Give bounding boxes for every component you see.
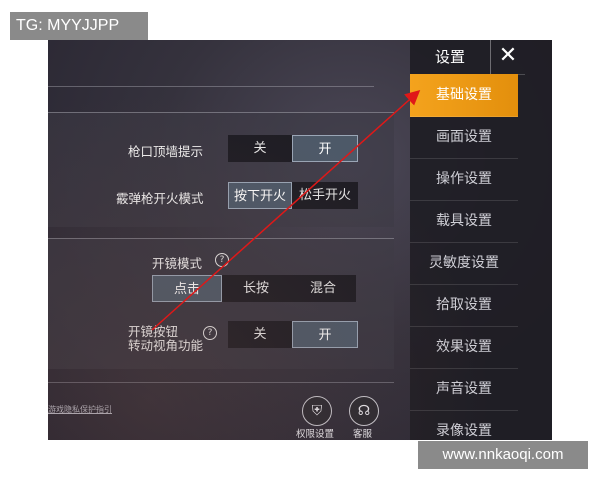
- header-divider: [48, 86, 374, 87]
- scope-view-rotate-toggle: 关 开: [228, 321, 358, 348]
- sidebar-item-pickup[interactable]: 拾取设置: [410, 284, 518, 327]
- scope-mode-tap-option[interactable]: 点击: [152, 275, 222, 302]
- sidebar-item-effects[interactable]: 效果设置: [410, 326, 518, 369]
- scope-view-rotate-off-option[interactable]: 关: [228, 321, 292, 348]
- release-to-fire-option[interactable]: 松手开火: [292, 182, 358, 209]
- scope-view-rotate-help-icon[interactable]: ?: [203, 326, 217, 340]
- close-icon[interactable]: ✕: [490, 40, 525, 75]
- watermark-tg: TG: MYYJJPP: [10, 12, 148, 40]
- sidebar-item-vehicle[interactable]: 载具设置: [410, 200, 518, 243]
- sidebar-title: 设置: [410, 40, 490, 75]
- headset-icon[interactable]: ☊: [349, 396, 379, 426]
- settings-sidebar: 设置 ✕ 基础设置 画面设置 操作设置 载具设置 灵敏度设置 拾取设置 效果设置…: [410, 40, 552, 440]
- shield-key-icon[interactable]: ⛨: [302, 396, 332, 426]
- footer-divider: [48, 382, 394, 383]
- muzzle-wall-hint-toggle: 关 开: [228, 135, 358, 162]
- scope-mode-help-icon[interactable]: ?: [215, 253, 229, 267]
- scope-view-rotate-label-line1: 开镜按钮: [128, 324, 179, 339]
- shotgun-fire-mode-toggle: 按下开火 松手开火: [228, 182, 358, 209]
- muzzle-wall-hint-label: 枪口顶墙提示: [128, 144, 204, 159]
- muzzle-wall-hint-on-option[interactable]: 开: [292, 135, 358, 162]
- annotation-arrow: [151, 89, 421, 331]
- scope-mode-hold-option[interactable]: 长按: [222, 275, 290, 302]
- sidebar-item-replay[interactable]: 录像设置: [410, 410, 518, 440]
- sidebar-item-controls[interactable]: 操作设置: [410, 158, 518, 201]
- sidebar-item-sound[interactable]: 声音设置: [410, 368, 518, 411]
- permission-settings-label: 权限设置: [296, 429, 335, 440]
- press-to-fire-option[interactable]: 按下开火: [228, 182, 292, 209]
- scope-view-rotate-on-option[interactable]: 开: [292, 321, 358, 348]
- customer-service-label: 客服: [353, 429, 373, 440]
- scope-mode-selector: 点击 长按 混合: [152, 275, 356, 302]
- sidebar-item-basic[interactable]: 基础设置: [410, 74, 518, 117]
- muzzle-wall-hint-off-option[interactable]: 关: [228, 135, 292, 162]
- scope-view-rotate-label-line2: 转动视角功能: [128, 338, 204, 353]
- watermark-url: www.nnkaoqi.com: [418, 441, 588, 469]
- sidebar-item-sensitivity[interactable]: 灵敏度设置: [410, 242, 518, 285]
- privacy-policy-link[interactable]: 游戏隐私保护指引: [48, 404, 112, 415]
- shotgun-fire-mode-label: 霰弹枪开火模式: [116, 191, 204, 206]
- fire-settings-panel: 枪口顶墙提示 关 开 霰弹枪开火模式 按下开火 松手开火: [48, 112, 394, 227]
- sidebar-item-graphics[interactable]: 画面设置: [410, 116, 518, 159]
- scope-mode-mixed-option[interactable]: 混合: [290, 275, 356, 302]
- scope-settings-panel: 开镜模式 ? 点击 长按 混合 开镜按钮 转动视角功能 ? 关 开: [48, 238, 394, 369]
- scope-mode-label: 开镜模式: [152, 256, 203, 271]
- game-settings-screen: 枪口顶墙提示 关 开 霰弹枪开火模式 按下开火 松手开火 开镜模式 ? 点击 长…: [48, 40, 552, 440]
